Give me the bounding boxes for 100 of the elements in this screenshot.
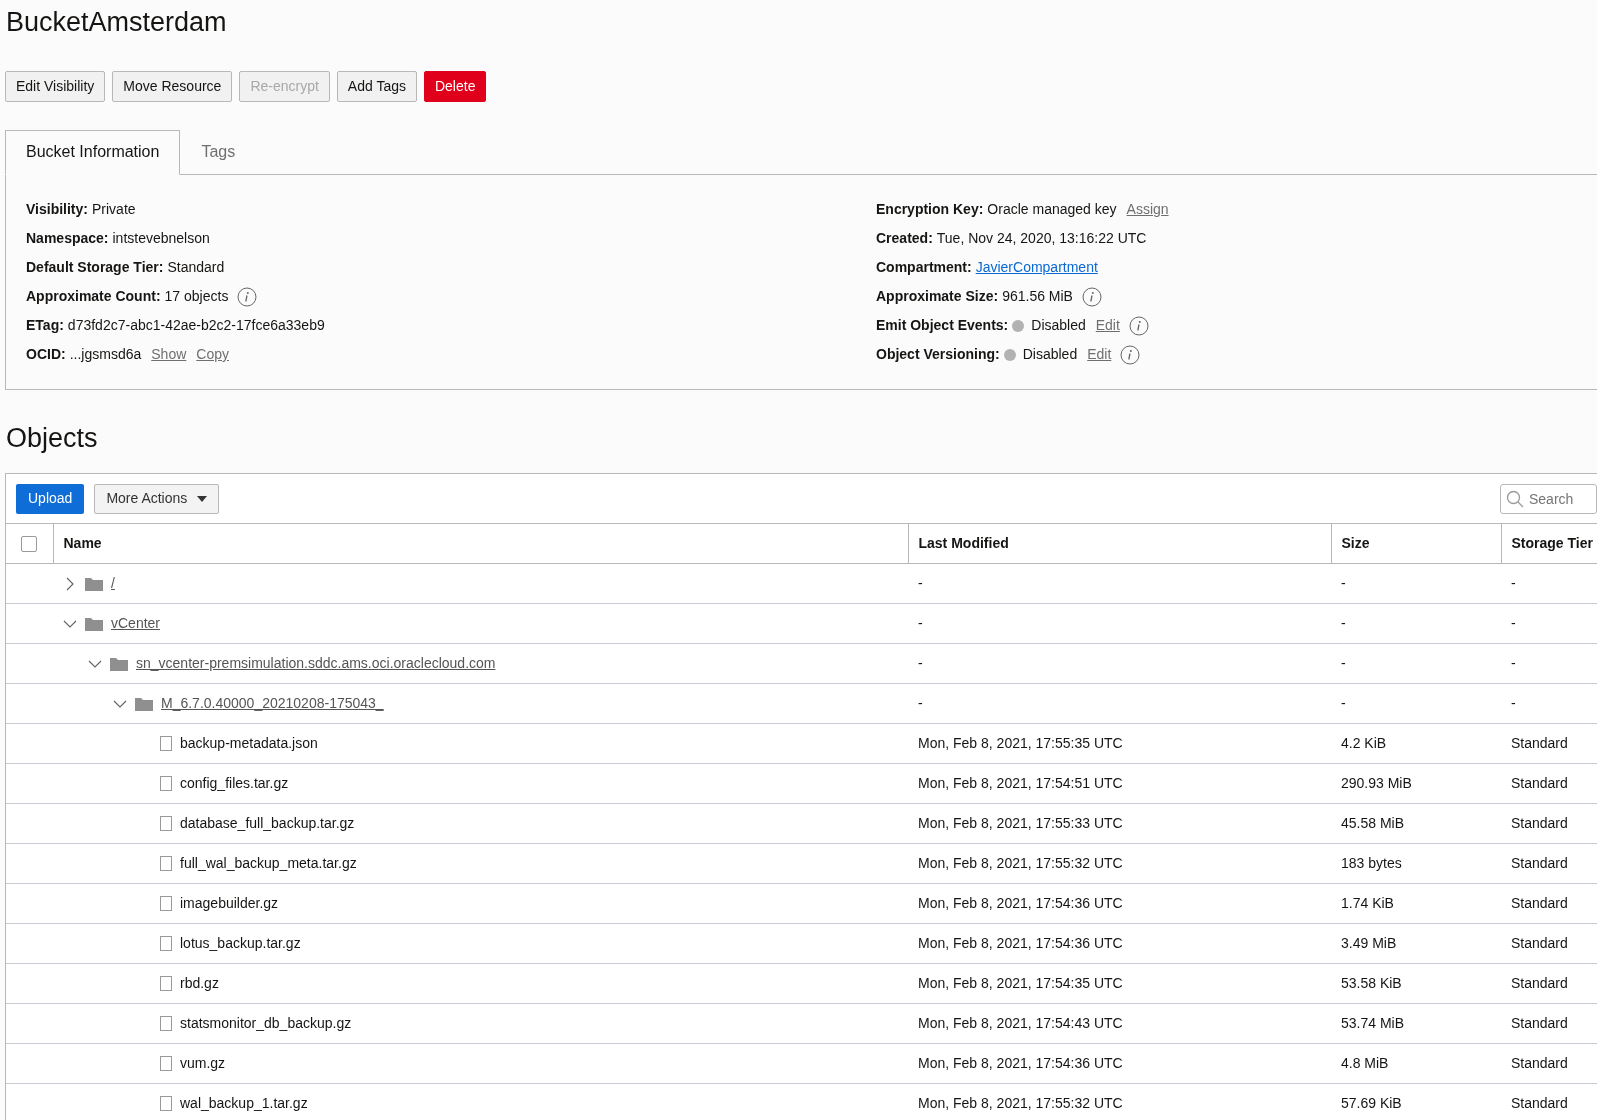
file-name[interactable]: backup-metadata.json — [180, 733, 318, 754]
file-name[interactable]: statsmonitor_db_backup.gz — [180, 1013, 352, 1034]
table-cell: 57.69 KiB — [1341, 1095, 1402, 1111]
action-button[interactable]: Move Resource — [112, 71, 233, 102]
table-cell: - — [1341, 575, 1346, 591]
action-link[interactable]: Assign — [1126, 199, 1169, 220]
tab[interactable]: Bucket Information — [5, 130, 181, 175]
table-cell: Standard — [1511, 815, 1568, 831]
table-cell: Mon, Feb 8, 2021, 17:55:35 UTC — [918, 735, 1123, 751]
table-cell: Mon, Feb 8, 2021, 17:54:51 UTC — [918, 775, 1123, 791]
table-cell: Standard — [1511, 895, 1568, 911]
file-name[interactable]: database_full_backup.tar.gz — [180, 813, 355, 834]
field-label: Approximate Size: — [876, 287, 999, 306]
table-cell: 1.74 KiB — [1341, 895, 1394, 911]
column-header[interactable]: Last Modified — [918, 535, 1009, 551]
table-cell: Standard — [1511, 1095, 1568, 1111]
table-cell: 290.93 MiB — [1341, 775, 1412, 791]
table-cell: 183 bytes — [1341, 855, 1402, 871]
action-link[interactable]: Show — [151, 344, 187, 365]
file-icon — [160, 896, 172, 911]
table-cell: - — [1511, 615, 1516, 631]
table-cell: Mon, Feb 8, 2021, 17:54:36 UTC — [918, 1055, 1123, 1071]
field-value: Standard — [167, 258, 225, 277]
file-icon — [160, 776, 172, 791]
field-value: Disabled — [1022, 345, 1078, 364]
file-icon — [160, 936, 172, 951]
field-label: Default Storage Tier: — [26, 258, 164, 277]
folder-icon — [85, 576, 103, 591]
field-value: 17 objects — [164, 287, 229, 306]
table-cell: 4.2 KiB — [1341, 735, 1387, 751]
file-icon — [160, 856, 172, 871]
table-cell: Standard — [1511, 855, 1568, 871]
select-all-checkbox[interactable] — [21, 536, 37, 553]
field-value: 961.56 MiB — [1002, 287, 1073, 306]
folder-link[interactable]: vCenter — [111, 613, 161, 634]
action-button[interactable]: Delete — [423, 71, 487, 102]
table-cell: - — [1341, 655, 1346, 671]
folder-icon — [110, 656, 128, 671]
action-button[interactable]: Edit Visibility — [5, 71, 106, 102]
field-value: d73fd2c7-abc1-42ae-b2c2-17fce6a33eb9 — [67, 316, 325, 335]
table-cell: Mon, Feb 8, 2021, 17:55:32 UTC — [918, 1095, 1123, 1111]
table-cell: - — [918, 575, 923, 591]
action-link[interactable]: Edit — [1095, 315, 1120, 336]
table-cell: Standard — [1511, 735, 1568, 751]
column-header[interactable]: Name — [63, 535, 102, 551]
table-cell: Mon, Feb 8, 2021, 17:54:35 UTC — [918, 975, 1123, 991]
action-link[interactable]: Edit — [1087, 344, 1112, 365]
table-cell: Mon, Feb 8, 2021, 17:55:32 UTC — [918, 855, 1123, 871]
table-cell: - — [918, 655, 923, 671]
table-cell: - — [918, 695, 923, 711]
upload-button[interactable]: Upload — [16, 483, 85, 514]
file-name[interactable]: full_wal_backup_meta.tar.gz — [180, 853, 357, 874]
table-cell: 53.58 KiB — [1341, 975, 1402, 991]
field-label: Emit Object Events: — [876, 316, 1009, 335]
folder-link[interactable]: / — [111, 573, 115, 594]
table-cell: Mon, Feb 8, 2021, 17:55:33 UTC — [918, 815, 1123, 831]
more-actions-button[interactable]: More Actions — [94, 483, 220, 514]
search-icon — [1506, 489, 1524, 508]
folder-link[interactable]: sn_vcenter-premsimulation.sddc.ams.oci.oraclecloud.com — [136, 653, 496, 674]
file-name[interactable]: wal_backup_1.tar.gz — [180, 1093, 308, 1114]
table-cell: Standard — [1511, 1015, 1568, 1031]
field-value: Private — [92, 200, 136, 219]
table-cell: 3.49 MiB — [1341, 935, 1397, 951]
file-name[interactable]: vum.gz — [180, 1053, 226, 1074]
field-label: ETag: — [26, 316, 64, 335]
file-name[interactable]: lotus_backup.tar.gz — [180, 933, 301, 954]
table-cell: - — [1341, 695, 1346, 711]
page-title: BucketAmsterdam — [6, 6, 228, 39]
table-cell: Mon, Feb 8, 2021, 17:54:36 UTC — [918, 935, 1123, 951]
file-name[interactable]: rbd.gz — [180, 973, 219, 994]
file-name[interactable]: config_files.tar.gz — [180, 773, 289, 794]
table-cell: - — [1341, 615, 1346, 631]
tab[interactable]: Tags — [180, 130, 257, 175]
field-value: Tue, Nov 24, 2020, 13:16:22 UTC — [936, 229, 1147, 248]
file-name[interactable]: imagebuilder.gz — [180, 893, 279, 914]
field-value: Disabled — [1031, 316, 1086, 335]
table-cell: 4.8 MiB — [1341, 1055, 1389, 1071]
table-cell: Standard — [1511, 1055, 1568, 1071]
folder-link[interactable]: M_6.7.0.40000_20210208-175043_ — [161, 693, 384, 714]
field-value: intstevebnelson — [112, 229, 210, 248]
table-cell: Standard — [1511, 775, 1568, 791]
file-icon — [160, 816, 172, 831]
table-cell: 53.74 MiB — [1341, 1015, 1405, 1031]
field-label: Encryption Key: — [876, 200, 984, 219]
table-cell: - — [918, 615, 923, 631]
file-icon — [160, 1096, 172, 1111]
table-cell: 45.58 MiB — [1341, 815, 1405, 831]
action-button[interactable]: Add Tags — [336, 71, 417, 102]
table-cell: Standard — [1511, 935, 1568, 951]
field-label: Visibility: — [26, 200, 88, 219]
field-label: Namespace: — [26, 229, 109, 248]
compartment-link[interactable]: JavierCompartment — [975, 257, 1098, 278]
search-field[interactable]: Search — [1500, 483, 1597, 514]
table-cell: - — [1511, 695, 1516, 711]
field-value: Oracle managed key — [987, 200, 1117, 219]
file-icon — [160, 1056, 172, 1071]
field-label: OCID: — [26, 345, 66, 364]
column-header[interactable]: Size — [1341, 535, 1370, 551]
action-link[interactable]: Copy — [196, 344, 229, 365]
field-label: Compartment: — [876, 258, 972, 277]
